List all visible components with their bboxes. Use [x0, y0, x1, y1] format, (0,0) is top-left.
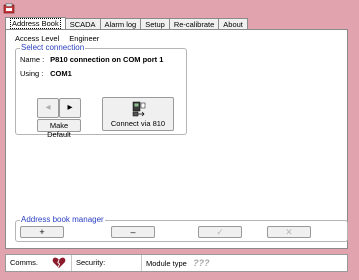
comms-cell: Comms.	[6, 255, 72, 271]
make-default-label: Make Default	[47, 121, 71, 139]
status-bar: Comms. Security: Module type ???	[5, 254, 348, 272]
using-value: COM1	[50, 69, 72, 78]
connect-via-810-button[interactable]: Connect via 810	[102, 97, 174, 131]
main-window: Address Book SCADA Alarm log Setup Re-ca…	[0, 0, 359, 280]
make-default-button[interactable]: Make Default	[37, 119, 81, 139]
connection-using-row: Using : COM1	[20, 69, 72, 78]
connection-name-row: Name : P810 connection on COM port 1	[20, 55, 163, 64]
module-type-cell: Module type ???	[142, 255, 347, 271]
comms-label: Comms.	[10, 258, 38, 267]
address-book-manager-title: Address book manager	[20, 215, 105, 225]
using-label: Using :	[20, 69, 44, 78]
module-type-value: ???	[192, 258, 210, 268]
broken-heart-icon	[52, 257, 66, 268]
next-connection-button[interactable]: ▸	[59, 98, 81, 118]
previous-connection-button[interactable]: ◂	[37, 98, 59, 118]
cancel-entry-button[interactable]: ✕	[267, 226, 311, 238]
app-icon	[3, 3, 15, 14]
device-connection-icon	[132, 101, 146, 117]
security-label: Security:	[76, 258, 106, 267]
add-entry-button[interactable]: +	[20, 226, 64, 238]
select-connection-group: Select connection Name : P810 connection…	[15, 43, 187, 139]
module-type-label: Module type	[146, 259, 187, 268]
access-level-value: Engineer	[69, 34, 100, 43]
address-book-manager-group: Address book manager + – ✓ ✕	[15, 215, 348, 242]
name-label: Name :	[20, 55, 45, 64]
access-level: Access Level Engineer	[15, 34, 99, 43]
confirm-entry-button[interactable]: ✓	[198, 226, 242, 238]
remove-entry-button[interactable]: –	[111, 226, 155, 238]
name-value: P810 connection on COM port 1	[50, 55, 164, 64]
tab-panel: Access Level Engineer Select connection …	[5, 29, 348, 249]
select-connection-title: Select connection	[20, 43, 86, 53]
connect-via-810-label: Connect via 810	[110, 119, 166, 128]
access-level-label: Access Level	[15, 34, 60, 43]
security-cell: Security:	[72, 255, 142, 271]
